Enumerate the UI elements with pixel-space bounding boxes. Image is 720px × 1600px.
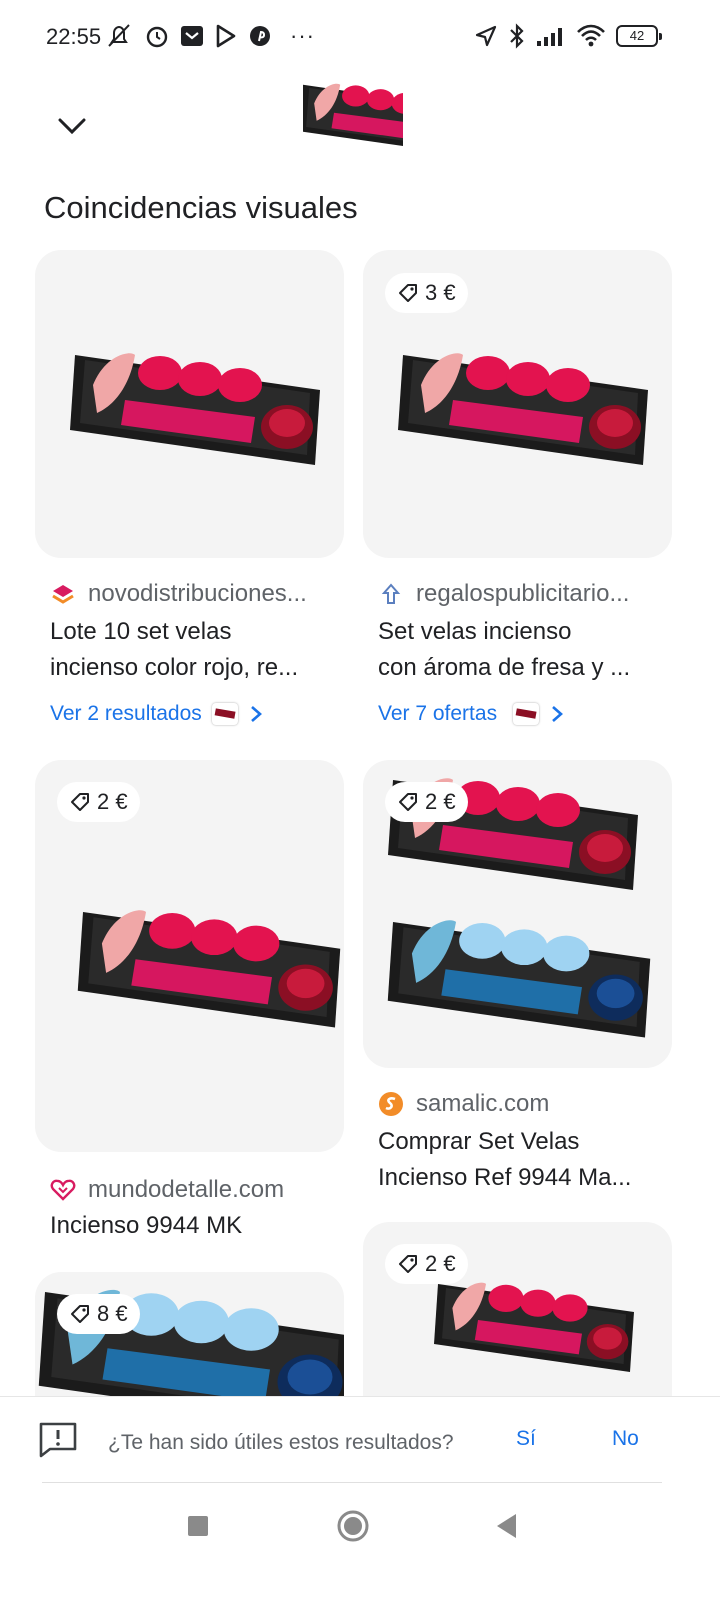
notification-icons: ··· <box>104 22 315 50</box>
tag-icon <box>71 1305 89 1323</box>
more-notifications: ··· <box>290 23 315 48</box>
wifi-icon <box>577 24 605 47</box>
price-value: 8 € <box>97 1301 128 1326</box>
price-badge: 8 € <box>57 1294 140 1334</box>
signal-icon <box>537 28 562 46</box>
see-results-label: Ver 2 resultados <box>50 702 202 725</box>
tag-icon <box>399 793 417 811</box>
tag-icon <box>71 793 89 811</box>
result-title[interactable]: Set velas incienso con ároma de fresa y … <box>378 614 678 686</box>
feedback-icon <box>39 1422 77 1458</box>
alarm-icon <box>146 26 168 48</box>
result-source[interactable]: novodistribuciones... <box>50 580 307 608</box>
source-name: samalic.com <box>416 1090 550 1117</box>
result-title-line: incienso color rojo, re... <box>50 654 299 681</box>
result-image-card[interactable] <box>35 250 344 558</box>
result-source[interactable]: samalic.com <box>378 1090 549 1118</box>
result-image-card[interactable]: 2 € <box>363 760 672 1068</box>
query-image-thumbnail[interactable] <box>303 82 403 170</box>
back-icon[interactable] <box>494 1512 518 1540</box>
result-title[interactable]: Lote 10 set velas incienso color rojo, r… <box>50 614 350 686</box>
result-image-card[interactable]: 3 € <box>363 250 672 558</box>
home-icon[interactable] <box>336 1509 370 1543</box>
chevron-right-icon <box>552 706 564 722</box>
source-name: novodistribuciones... <box>88 580 307 607</box>
source-favicon-icon <box>50 581 76 607</box>
result-title-line: Lote 10 set velas <box>50 618 232 645</box>
result-title[interactable]: Comprar Set Velas Incienso Ref 9944 Ma..… <box>378 1124 678 1196</box>
feedback-question: ¿Te han sido útiles estos resultados? <box>108 1431 454 1454</box>
battery-icon: 42 <box>616 25 662 47</box>
silent-icon <box>108 24 130 47</box>
price-value: 2 € <box>425 789 456 814</box>
mini-thumbnail <box>211 703 238 725</box>
pinterest-icon <box>250 26 270 46</box>
divider <box>42 1482 662 1483</box>
source-name: regalospublicitario... <box>416 580 630 607</box>
system-icons: 42 <box>474 22 662 50</box>
price-badge: 2 € <box>385 782 468 822</box>
price-badge: 2 € <box>57 782 140 822</box>
source-name: mundodetalle.com <box>88 1176 285 1203</box>
feedback-yes-button[interactable]: Sí <box>516 1427 536 1451</box>
location-icon <box>475 25 497 47</box>
tag-icon <box>399 1255 417 1273</box>
tag-icon <box>399 284 417 302</box>
see-offers-link[interactable]: Ver 7 ofertas <box>378 702 565 726</box>
mini-thumbnail <box>513 703 540 725</box>
price-value: 2 € <box>425 1251 456 1276</box>
source-favicon-icon <box>378 581 404 607</box>
result-source[interactable]: mundodetalle.com <box>50 1176 284 1204</box>
price-badge: 3 € <box>385 273 468 313</box>
source-favicon-icon <box>50 1177 76 1203</box>
result-image-card[interactable]: 2 € <box>35 760 344 1152</box>
bluetooth-icon <box>510 23 524 49</box>
source-favicon-icon <box>378 1091 404 1117</box>
result-title-line: Incienso Ref 9944 Ma... <box>378 1164 632 1191</box>
result-source[interactable]: regalospublicitario... <box>378 580 629 608</box>
recents-icon[interactable] <box>186 1514 210 1538</box>
product-image <box>70 353 320 465</box>
section-title: Coincidencias visuales <box>44 190 358 225</box>
result-title[interactable]: Incienso 9944 MK <box>50 1208 350 1244</box>
chevron-right-icon <box>250 706 262 722</box>
price-badge: 2 € <box>385 1244 468 1284</box>
mail-icon <box>181 26 203 46</box>
result-title-line: Set velas incienso <box>378 618 572 645</box>
chevron-down-icon[interactable] <box>54 108 90 144</box>
price-value: 2 € <box>97 789 128 814</box>
result-title-line: Incienso 9944 MK <box>50 1212 243 1239</box>
status-time: 22:55 <box>46 24 102 49</box>
feedback-bar: ¿Te han sido útiles estos resultados? Sí… <box>0 1396 720 1492</box>
battery-level: 42 <box>629 28 645 43</box>
price-value: 3 € <box>425 280 456 305</box>
status-bar: 22:55 ··· 42 <box>0 0 720 78</box>
system-nav-bar <box>0 1492 720 1600</box>
feedback-no-button[interactable]: No <box>612 1427 639 1451</box>
result-title-line: con ároma de fresa y ... <box>378 654 631 681</box>
play-store-icon <box>216 24 236 48</box>
result-title-line: Comprar Set Velas <box>378 1128 580 1155</box>
see-results-link[interactable]: Ver 2 resultados <box>50 702 264 726</box>
see-offers-label: Ver 7 ofertas <box>378 702 498 725</box>
